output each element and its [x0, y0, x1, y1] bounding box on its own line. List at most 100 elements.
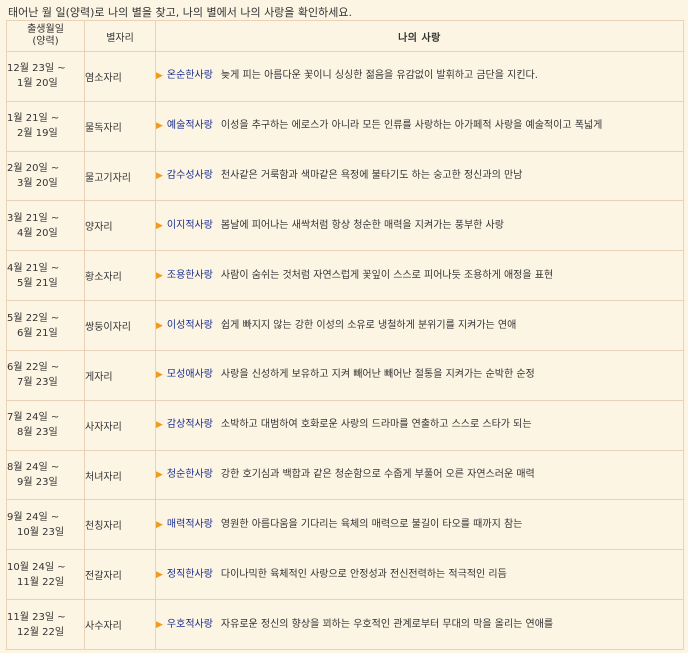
love-description-cell: ▶ 이성적사랑 쉽게 빠지지 않는 강한 이성의 소유로 냉철하게 분위기를 지켜가… [155, 300, 684, 351]
date-end: 10월 23일 [17, 526, 65, 538]
love-description: 천사같은 거룩함과 색마같은 욕정에 불타기도 하는 숭고한 정신과의 만남 [220, 170, 523, 182]
header-sign: 별자리 [84, 20, 156, 52]
birthdate-cell: 8월 24일 ~ 9월 23일 [6, 449, 85, 501]
date-start: 2월 20일 ~ [7, 163, 60, 175]
table-row: 12월 23일 ~ 1월 20일 염소자리 ▶ 온순한사랑 늦게 피는 아름다운 꽃이니 … [6, 51, 684, 102]
zodiac-sign-cell: 양자리 [84, 200, 156, 252]
date-start: 5월 22일 ~ [7, 312, 60, 324]
birthdate-cell: 12월 23일 ~ 1월 20일 [6, 51, 85, 102]
table-row: 3월 21일 ~ 4월 20일 양자리 ▶ 이지적사랑 봄날에 피어나는 새싹처럼 항상 … [6, 200, 684, 252]
love-description-cell: ▶ 모성애사랑 사랑을 신성하게 보유하고 지켜 빼어난 빼어난 절통을 지켜가는 … [155, 349, 684, 401]
date-start: 7월 24일 ~ [7, 412, 60, 424]
love-description: 사람이 숨쉬는 것처럼 자연스럽게 꽃잎이 스스로 피어나듯 조용하게 애정을 … [220, 269, 554, 281]
horoscope-love-table: 출생월일 (양력) 별자리 나의 사랑 12월 23일 ~1월 20일 염소자리 ▶… [6, 20, 684, 650]
birthdate-cell: 9월 24일 ~ 10월 23일 [6, 499, 85, 551]
zodiac-sign-cell: 쌍둥이자리 [84, 300, 156, 351]
love-type-label: 매력적사랑 [166, 518, 213, 530]
zodiac-sign-cell: 물고기자리 [84, 150, 156, 202]
love-description: 강한 호기심과 백합과 같은 청순함으로 수줍게 부풀어 오른 자연스러운 매력 [220, 469, 535, 481]
date-start: 1월 21일 ~ [7, 113, 60, 125]
table-row: 9월 24일 ~ 10월 23일 천칭자리 ▶ 매력적사랑 영원한 아름다움을 기다리는 … [6, 499, 684, 551]
table-row: 2월 20일 ~ 3월 20일 물고기자리 ▶ 감수성사랑 천사같은 거룩함과 색마같은 … [6, 150, 684, 202]
date-start: 11월 23일 ~ [7, 611, 66, 623]
love-description: 소박하고 대범하여 호화로운 사랑의 드라마를 연출하고 스스로 스타가 되는 [220, 419, 532, 431]
date-end: 1월 20일 [17, 78, 58, 90]
triangle-bullet-icon: ▶ [156, 370, 163, 381]
date-start: 10월 24일 ~ [7, 561, 66, 573]
zodiac-sign-cell: 물독자리 [84, 100, 156, 152]
birthdate-cell: 11월 23일 ~ 12월 22일 [6, 599, 85, 650]
birthdate-cell: 3월 21일 ~ 4월 20일 [6, 200, 85, 252]
triangle-bullet-icon: ▶ [156, 270, 163, 281]
zodiac-sign-cell: 사자자리 [84, 399, 156, 451]
date-start: 4월 21일 ~ [7, 262, 60, 274]
table-row: 11월 23일 ~ 12월 22일 사수자리 ▶ 우호적사랑 자유로운 정신의 향상을 꾀… [6, 599, 684, 650]
birthdate-cell: 10월 24일 ~ 11월 22일 [6, 549, 85, 601]
love-description-cell: ▶ 감상적사랑 소박하고 대범하여 호화로운 사랑의 드라마를 연출하고 스스로 스… [155, 399, 684, 451]
love-description: 봄날에 피어나는 새싹처럼 항상 청순한 매력을 지켜가는 풍부한 사랑 [220, 219, 504, 231]
love-description-cell: ▶ 감수성사랑 천사같은 거룩함과 색마같은 욕정에 불타기도 하는 숭고한 정신과… [155, 150, 684, 202]
love-type-label: 우호적사랑 [166, 618, 213, 630]
love-type-label: 조용한사랑 [166, 269, 213, 281]
love-type-label: 온순한사랑 [166, 70, 213, 82]
love-description-cell: ▶ 정직한사랑 다이나믹한 육체적인 사랑으로 안정성과 전신전력하는 적극적인 리… [155, 549, 684, 601]
date-end: 2월 19일 [17, 128, 58, 140]
love-type-label: 감수성사랑 [166, 170, 213, 182]
triangle-bullet-icon: ▶ [156, 569, 163, 580]
date-end: 4월 20일 [17, 227, 58, 239]
love-description: 늦게 피는 아름다운 꽃이니 싱싱한 젊음을 유감없이 발휘하고 금단을 지킨다… [220, 70, 538, 82]
birthdate-cell: 2월 20일 ~ 3월 20일 [6, 150, 85, 202]
header-birthdate-line1: 출생월일 [27, 24, 64, 35]
love-description-cell: ▶ 우호적사랑 자유로운 정신의 향상을 꾀하는 우호적인 관계로부터 무대의 막을… [155, 599, 684, 650]
header-birthdate-line2: (양력) [32, 36, 59, 47]
love-type-label: 예술적사랑 [166, 120, 213, 132]
love-description-cell: ▶ 온순한사랑 늦게 피는 아름다운 꽃이니 싱싱한 젊음을 유감없이 발휘하고 금… [155, 51, 684, 102]
triangle-bullet-icon: ▶ [156, 519, 163, 530]
love-description: 영원한 아름다움을 기다리는 육체의 매력으로 불길이 타오를 때까지 참는 [220, 518, 523, 530]
triangle-bullet-icon: ▶ [156, 121, 163, 132]
love-description-cell: ▶ 청순한사랑 강한 호기심과 백합과 같은 청순함으로 수줍게 부풀어 오른 자연… [155, 449, 684, 501]
date-end: 9월 23일 [17, 477, 58, 489]
triangle-bullet-icon: ▶ [156, 619, 163, 630]
love-description-cell: ▶ 예술적사랑 이성을 추구하는 에로스가 아니라 모든 인류를 사랑하는 아가페적… [155, 100, 684, 152]
date-end: 11월 22일 [17, 576, 65, 588]
love-description: 사랑을 신성하게 보유하고 지켜 빼어난 빼어난 절통을 지켜가는 순박한 순정 [220, 369, 535, 381]
love-description-cell: ▶ 매력적사랑 영원한 아름다움을 기다리는 육체의 매력으로 불길이 타오를 때까… [155, 499, 684, 551]
triangle-bullet-icon: ▶ [156, 420, 163, 431]
date-end: 3월 20일 [17, 178, 58, 190]
date-start: 6월 22일 ~ [7, 362, 60, 374]
table-row: 10월 24일 ~ 11월 22일 전갈자리 ▶ 정직한사랑 다이나믹한 육체적인 사랑으… [6, 549, 684, 601]
zodiac-sign-cell: 전갈자리 [84, 549, 156, 601]
table-row: 1월 21일 ~ 2월 19일 물독자리 ▶ 예술적사랑 이성을 추구하는 에로스가 아니… [6, 100, 684, 152]
birthdate-cell: 4월 21일 ~ 5월 21일 [6, 250, 85, 302]
date-start: 9월 24일 ~ [7, 511, 60, 523]
date-end: 8월 23일 [17, 427, 58, 439]
triangle-bullet-icon: ▶ [156, 71, 163, 82]
table-header-row: 출생월일 (양력) 별자리 나의 사랑 [6, 20, 684, 52]
date-end: 6월 21일 [17, 327, 58, 339]
date-end: 5월 21일 [17, 277, 58, 289]
table-row: 4월 21일 ~ 5월 21일 황소자리 ▶ 조용한사랑 사람이 숨쉬는 것처럼 자연스럽… [6, 250, 684, 302]
triangle-bullet-icon: ▶ [156, 320, 163, 331]
zodiac-sign-cell: 게자리 [84, 349, 156, 401]
birthdate-cell: 7월 24일 ~ 8월 23일 [6, 399, 85, 451]
triangle-bullet-icon: ▶ [156, 220, 163, 231]
love-type-label: 모성애사랑 [166, 369, 213, 381]
table-row: 7월 24일 ~ 8월 23일 사자자리 ▶ 감상적사랑 소박하고 대범하여 호화로운 사… [6, 399, 684, 451]
love-type-label: 이지적사랑 [166, 219, 213, 231]
birthdate-cell: 6월 22일 ~ 7월 23일 [6, 349, 85, 401]
triangle-bullet-icon: ▶ [156, 470, 163, 481]
love-type-label: 정직한사랑 [166, 568, 213, 580]
birthdate-cell: 5월 22일 ~ 6월 21일 [6, 300, 85, 351]
love-description: 이성을 추구하는 에로스가 아니라 모든 인류를 사랑하는 아가페적 사랑을 예… [220, 120, 603, 132]
header-birthdate: 출생월일 (양력) [6, 20, 85, 52]
love-description: 자유로운 정신의 향상을 꾀하는 우호적인 관계로부터 무대의 막을 올리는 연… [220, 618, 554, 630]
date-start: 8월 24일 ~ [7, 462, 60, 474]
love-description-cell: ▶ 이지적사랑 봄날에 피어나는 새싹처럼 항상 청순한 매력을 지켜가는 풍부한 … [155, 200, 684, 252]
zodiac-sign-cell: 염소자리 [84, 51, 156, 102]
table-row: 5월 22일 ~ 6월 21일 쌍둥이자리 ▶ 이성적사랑 쉽게 빠지지 않는 강한 이성… [6, 300, 684, 351]
birthdate-cell: 1월 21일 ~ 2월 19일 [6, 100, 85, 152]
love-description-cell: ▶ 조용한사랑 사람이 숨쉬는 것처럼 자연스럽게 꽃잎이 스스로 피어나듯 조용하… [155, 250, 684, 302]
table-row: 6월 22일 ~ 7월 23일 게자리 ▶ 모성애사랑 사랑을 신성하게 보유하고 지켜 … [6, 349, 684, 401]
love-type-label: 이성적사랑 [166, 319, 213, 331]
